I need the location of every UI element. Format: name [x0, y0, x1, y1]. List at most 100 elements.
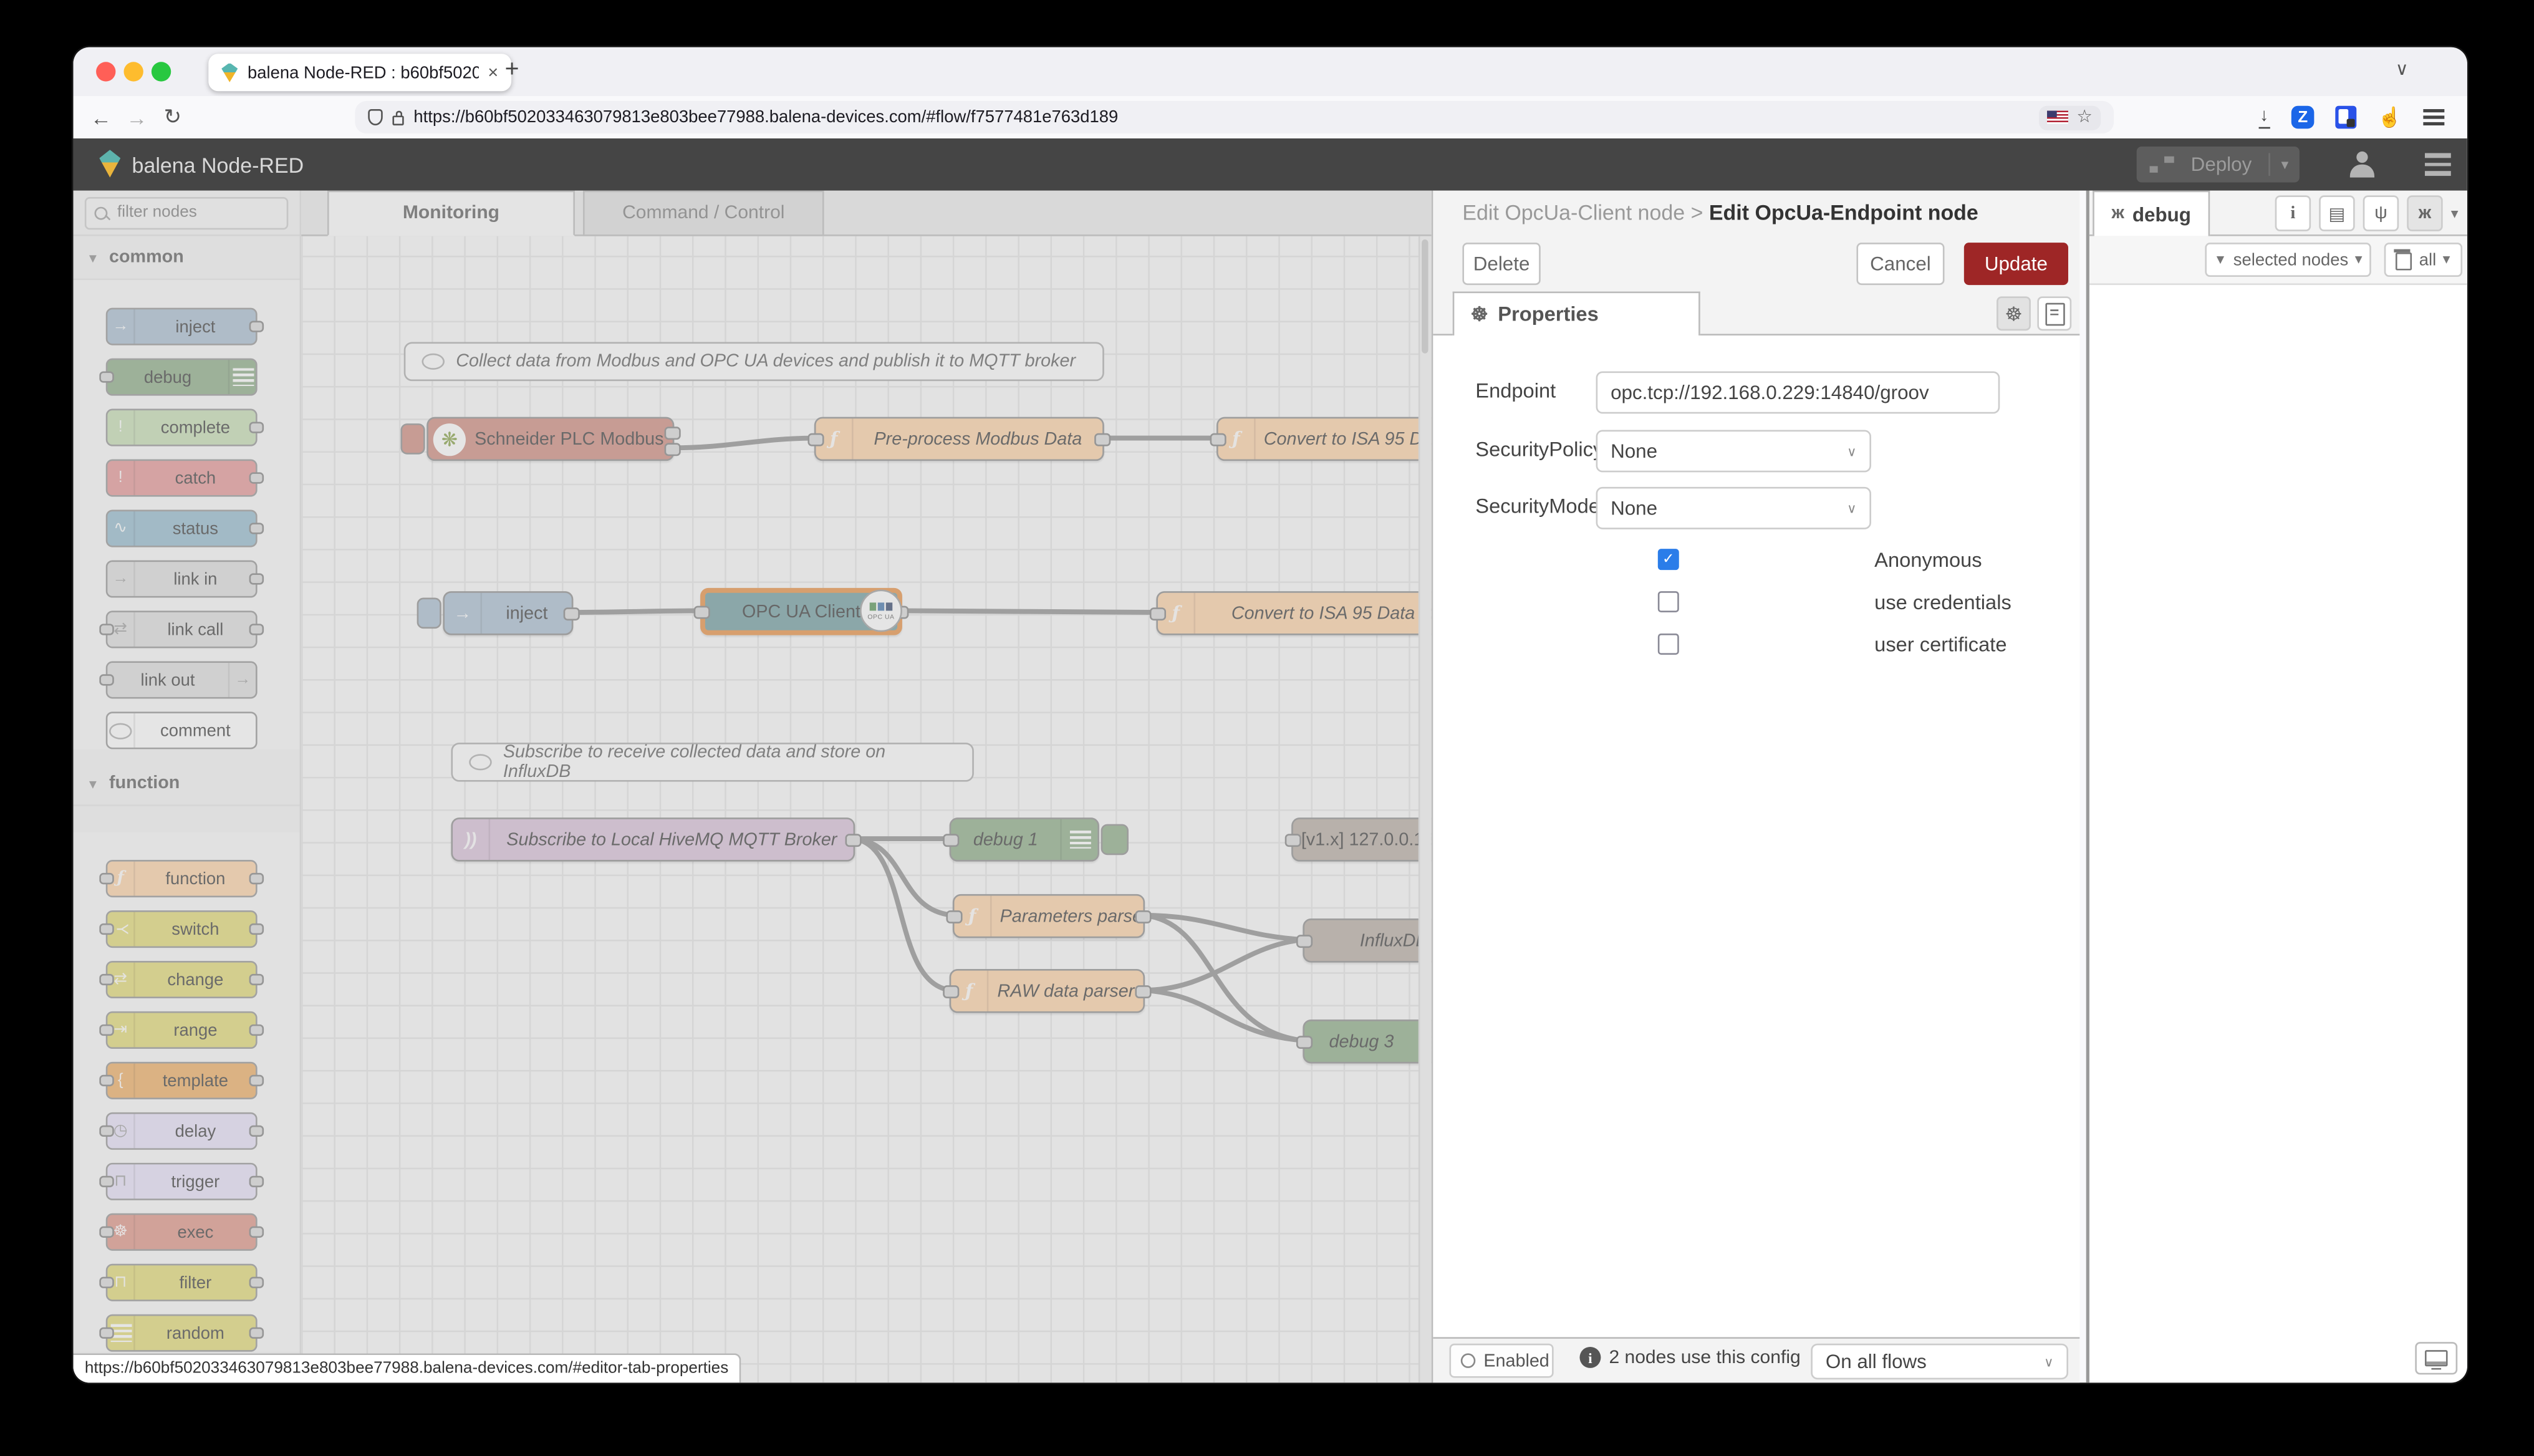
bug-icon: ж — [2111, 203, 2124, 223]
nodered-header: balena Node-RED Deploy ▾ — [73, 138, 2467, 191]
bookmark-star-icon[interactable]: ☆ — [2076, 107, 2093, 127]
nodered-menu-icon[interactable] — [2424, 153, 2451, 175]
breadcrumb-parent[interactable]: Edit OpcUa-Client node — [1462, 200, 1685, 224]
reload-button[interactable]: ↻ — [155, 104, 190, 130]
context-tab-button[interactable]: ψ — [2363, 195, 2399, 231]
deploy-label: Deploy — [2190, 153, 2252, 176]
sidebar-tab-label: debug — [2132, 203, 2191, 226]
close-window-button[interactable] — [96, 62, 116, 82]
balena-logo-icon — [99, 150, 121, 178]
password-extension-icon[interactable] — [2335, 105, 2357, 129]
security-policy-label: SecurityPolicy — [1475, 438, 1604, 461]
chevron-down-icon: ▾ — [2442, 251, 2450, 268]
security-mode-label: SecurityMode — [1475, 494, 1600, 518]
chevron-down-icon: ∨ — [1847, 501, 1857, 516]
debug-filter-row: ▼ selected nodes ▾ all ▾ — [2089, 236, 2467, 286]
us-flag-icon[interactable] — [2047, 110, 2069, 124]
selected-value: None — [1611, 496, 1657, 520]
info-tab-button[interactable]: i — [2275, 195, 2311, 231]
tab-title: balena Node-RED : b60bf5020 — [247, 62, 478, 82]
delete-button[interactable]: Delete — [1462, 243, 1541, 286]
browser-menu-icon[interactable] — [2423, 108, 2445, 126]
user-certificate-checkbox[interactable] — [1657, 633, 1679, 655]
list-tabs-icon[interactable]: ∨ — [2396, 59, 2409, 80]
help-tab-button[interactable]: ▤ — [2319, 195, 2355, 231]
zoom-window-button[interactable] — [151, 62, 171, 82]
selected-value: On all flows — [1825, 1350, 1927, 1373]
edit-description-icon-button[interactable] — [2037, 296, 2072, 331]
enabled-toggle[interactable]: Enabled — [1449, 1343, 1554, 1378]
browser-toolbar-icons: ↓ Z ☝ — [2258, 96, 2445, 138]
downloads-icon[interactable]: ↓ — [2258, 107, 2270, 128]
use-credentials-label: use credentials — [1874, 591, 2011, 614]
url-bar[interactable]: https://b60bf502033463079813e803bee77988… — [355, 100, 2114, 134]
tab-close-icon[interactable]: × — [488, 63, 498, 82]
user-certificate-label: user certificate — [1874, 633, 2007, 657]
new-tab-button[interactable]: + — [505, 55, 519, 83]
chevron-down-icon: ∨ — [2044, 1354, 2054, 1369]
edit-properties-icon-button[interactable]: ☸ — [1997, 296, 2031, 331]
clear-label: all — [2419, 249, 2437, 270]
bug-icon: ж — [2418, 203, 2432, 223]
edit-form: Endpoint SecurityPolicy None ∨ SecurityM… — [1433, 335, 2080, 1338]
favicon — [221, 62, 238, 82]
lock-icon — [392, 110, 404, 125]
config-usage: i 2 nodes use this config — [1579, 1346, 1801, 1368]
anonymous-label: Anonymous — [1874, 549, 1982, 572]
debug-sidebar: ж debug i ▤ ψ ж ▾ ▼ selected nodes ▾ all — [2086, 190, 2467, 1383]
selected-value: None — [1611, 440, 1657, 463]
browser-window: balena Node-RED : b60bf5020 × + ∨ ← → ↻ … — [73, 47, 2467, 1383]
editor-shade-overlay — [73, 190, 1432, 1383]
url-text: https://b60bf502033463079813e803bee77988… — [413, 107, 1119, 127]
book-icon: ▤ — [2328, 204, 2346, 224]
info-icon: i — [1579, 1346, 1601, 1368]
edit-tabbar: ☸ Properties ☸ — [1433, 291, 2080, 336]
debug-clear-button[interactable]: all ▾ — [2384, 243, 2463, 277]
z-extension-icon[interactable]: Z — [2291, 105, 2315, 129]
chevron-down-icon: ∨ — [1847, 443, 1857, 459]
app-title: balena Node-RED — [132, 153, 304, 178]
info-icon: i — [2290, 203, 2296, 223]
debug-tab-button[interactable]: ж — [2407, 195, 2443, 231]
workspace: ▾ common → inject debug ! complete — [73, 190, 2467, 1383]
forward-button[interactable]: → — [119, 105, 155, 129]
debug-filter-button[interactable]: ▼ selected nodes ▾ — [2205, 243, 2371, 277]
enabled-circle-icon — [1460, 1353, 1476, 1368]
user-icon[interactable] — [2349, 151, 2375, 178]
breadcrumb-current: Edit OpcUa-Endpoint node — [1708, 200, 1978, 225]
sidebar-tab-debug[interactable]: ж debug — [2093, 190, 2210, 236]
endpoint-input[interactable] — [1596, 371, 2000, 414]
funnel-icon: ▼ — [2214, 252, 2227, 268]
browser-tab[interactable]: balena Node-RED : b60bf5020 × — [208, 54, 512, 92]
minimize-window-button[interactable] — [123, 62, 143, 82]
use-credentials-checkbox[interactable] — [1657, 591, 1679, 613]
filter-label: selected nodes — [2233, 249, 2349, 270]
link-status-bar: https://b60bf502033463079813e803bee77988… — [73, 1353, 742, 1383]
tracking-shield-icon[interactable] — [368, 108, 383, 126]
anonymous-checkbox[interactable]: ✓ — [1657, 549, 1679, 571]
security-policy-select[interactable]: None ∨ — [1596, 430, 1871, 473]
trash-icon — [2394, 249, 2413, 271]
tab-properties[interactable]: ☸ Properties — [1452, 291, 1700, 336]
branch-icon: ψ — [2374, 203, 2387, 223]
deploy-button[interactable]: Deploy ▾ — [2136, 147, 2300, 183]
gear-icon: ☸ — [2005, 302, 2023, 325]
document-icon — [2045, 302, 2064, 325]
usage-text: 2 nodes use this config — [1609, 1348, 1801, 1367]
sidebar-tabbar: ж debug i ▤ ψ ж ▾ — [2089, 190, 2467, 236]
open-console-button[interactable] — [2415, 1342, 2458, 1375]
config-scope-select[interactable]: On all flows ∨ — [1811, 1343, 2068, 1380]
monitor-icon — [2424, 1350, 2448, 1370]
deploy-icon — [2149, 156, 2174, 173]
sidebar-menu-caret-icon[interactable]: ▾ — [2451, 205, 2459, 223]
browser-tabstrip: balena Node-RED : b60bf5020 × + ∨ — [73, 47, 2467, 97]
tab-label: Properties — [1498, 302, 1599, 326]
extension-thumb-icon[interactable]: ☝ — [2377, 106, 2402, 129]
breadcrumb-separator: > — [1690, 200, 1703, 225]
urlbar-extras: ☆ — [2039, 105, 2101, 130]
security-mode-select[interactable]: None ∨ — [1596, 486, 1871, 529]
back-button[interactable]: ← — [83, 105, 118, 129]
cancel-button[interactable]: Cancel — [1856, 243, 1945, 286]
deploy-caret-icon[interactable]: ▾ — [2270, 155, 2300, 173]
update-button[interactable]: Update — [1963, 243, 2068, 286]
